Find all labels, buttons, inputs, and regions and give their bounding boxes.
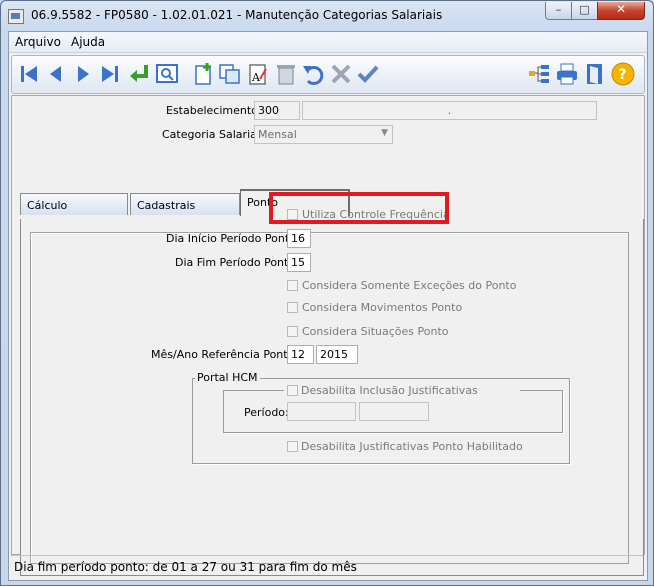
- close-icon: ✕: [615, 2, 627, 16]
- previous-icon[interactable]: [43, 61, 69, 87]
- periodo-inicio-field[interactable]: [287, 402, 356, 421]
- next-icon[interactable]: [70, 61, 96, 87]
- mes-ano-label: Mês/Ano Referência Ponto:: [151, 348, 299, 361]
- dia-fim-field[interactable]: 15: [287, 253, 311, 272]
- chevron-down-icon: ▼: [381, 128, 388, 138]
- status-text: Dia fim período ponto: de 01 a 27 ou 31 …: [14, 560, 357, 574]
- movimentos-checkbox[interactable]: [287, 302, 298, 313]
- help-glyph: ?: [619, 67, 627, 83]
- minimize-button[interactable]: –: [545, 2, 572, 20]
- ano-field[interactable]: 2015: [316, 345, 358, 364]
- tab-calculo[interactable]: Cálculo: [20, 193, 128, 215]
- estabelecimento-name-field[interactable]: .: [302, 101, 597, 120]
- svg-text:A: A: [251, 71, 261, 84]
- maximize-icon: □: [579, 3, 590, 16]
- categoria-select[interactable]: Mensal ▼: [254, 125, 393, 144]
- periodo-fim-field[interactable]: [359, 402, 429, 421]
- first-icon[interactable]: [16, 61, 42, 87]
- desabilita-inclusao-checkbox[interactable]: [287, 385, 298, 396]
- movimentos-label: Considera Movimentos Ponto: [302, 301, 463, 314]
- undo-icon[interactable]: [300, 61, 326, 87]
- zoom-icon[interactable]: [154, 61, 180, 87]
- exit-icon[interactable]: [582, 61, 608, 87]
- portal-hcm-legend: Portal HCM: [195, 371, 260, 384]
- help-icon[interactable]: ?: [610, 61, 636, 87]
- situacoes-checkbox[interactable]: [287, 326, 298, 337]
- maximize-button[interactable]: □: [571, 2, 598, 20]
- toolbar: A ?: [11, 55, 645, 94]
- client-area: Arquivo Ajuda A ? Estabelecimento: 300 .…: [8, 31, 648, 581]
- highlight-box: [269, 192, 449, 224]
- status-bar: Dia fim período ponto: de 01 a 27 ou 31 …: [11, 555, 643, 578]
- dia-fim-label: Dia Fim Período Ponto:: [175, 256, 299, 269]
- menu-bar: Arquivo Ajuda: [9, 32, 647, 53]
- cancel-icon[interactable]: [328, 61, 354, 87]
- window-title: 06.9.5582 - FP0580 - 1.02.01.021 - Manut…: [31, 8, 443, 22]
- estabelecimento-code-field[interactable]: 300: [254, 101, 300, 120]
- title-bar[interactable]: 06.9.5582 - FP0580 - 1.02.01.021 - Manut…: [1, 1, 653, 31]
- dia-inicio-field[interactable]: 16: [287, 229, 311, 248]
- tab-cadastrais[interactable]: Cadastrais: [130, 193, 240, 215]
- copy-icon[interactable]: [217, 61, 243, 87]
- mes-field[interactable]: 12: [287, 345, 314, 364]
- application-icon: [8, 9, 24, 24]
- estabelecimento-label: Estabelecimento:: [166, 104, 262, 117]
- menu-arquivo[interactable]: Arquivo: [15, 35, 61, 49]
- desabilita-inclusao-label: Desabilita Inclusão Justificativas: [301, 384, 478, 397]
- app-window: 06.9.5582 - FP0580 - 1.02.01.021 - Manut…: [0, 0, 654, 586]
- dia-inicio-label: Dia Início Período Ponto:: [166, 232, 300, 245]
- goto-icon[interactable]: [126, 61, 152, 87]
- edit-icon[interactable]: A: [245, 61, 271, 87]
- situacoes-label: Considera Situações Ponto: [302, 325, 449, 338]
- desabilita-justificativas-checkbox[interactable]: [287, 441, 298, 452]
- somente-excecoes-checkbox[interactable]: [287, 280, 298, 291]
- desabilita-justificativas-label: Desabilita Justificativas Ponto Habilita…: [301, 440, 523, 453]
- print-icon[interactable]: [554, 61, 580, 87]
- minimize-icon: –: [555, 3, 562, 16]
- add-icon[interactable]: [190, 61, 216, 87]
- menu-ajuda[interactable]: Ajuda: [71, 35, 105, 49]
- last-icon[interactable]: [97, 61, 123, 87]
- tree-icon[interactable]: [526, 61, 552, 87]
- categoria-label: Categoria Salarial:: [162, 128, 264, 141]
- close-button[interactable]: ✕: [597, 2, 645, 20]
- somente-excecoes-label: Considera Somente Exceções do Ponto: [302, 279, 517, 292]
- delete-icon[interactable]: [273, 61, 299, 87]
- periodo-label: Período:: [244, 406, 289, 419]
- categoria-value: Mensal: [258, 128, 297, 141]
- save-icon[interactable]: [355, 61, 381, 87]
